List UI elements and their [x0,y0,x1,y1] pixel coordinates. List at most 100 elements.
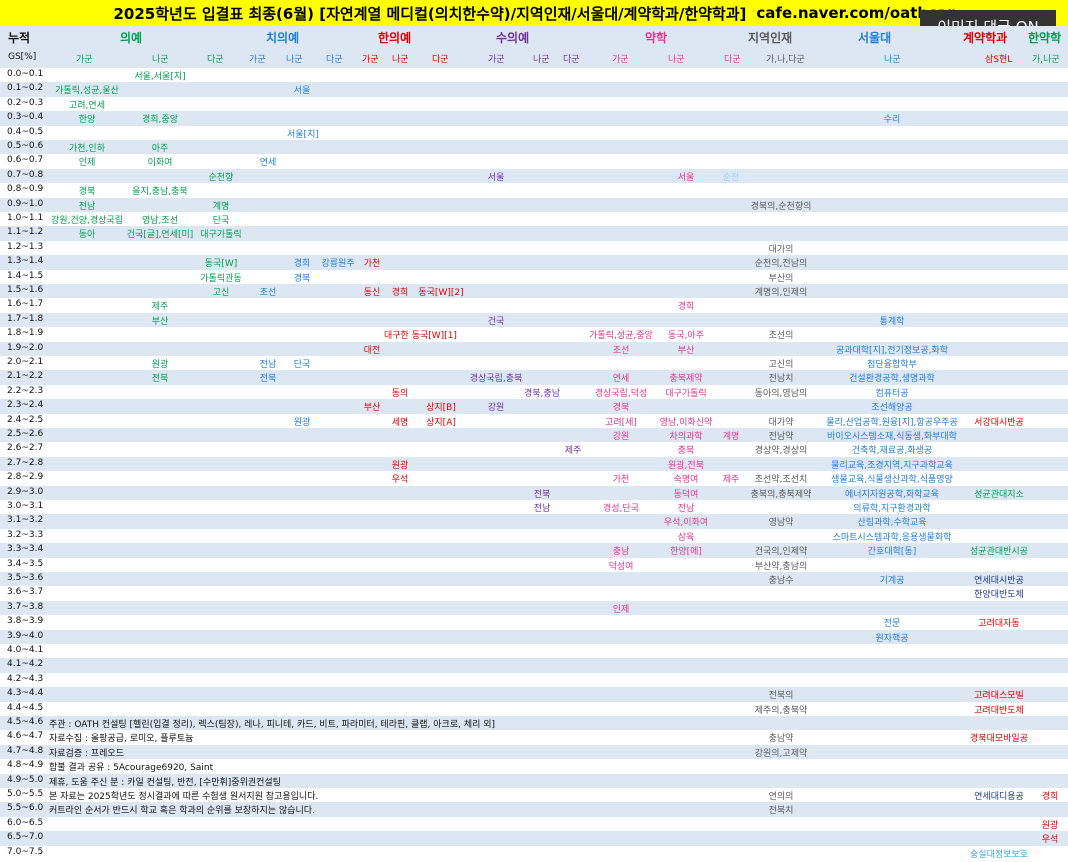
header-snu: 서울대 [858,31,892,45]
gs-range-label: 1.0~1.1 [7,213,44,223]
gs-range-label: 0.6~0.7 [7,155,44,166]
gs-range-label: 6.0~6.5 [7,817,44,828]
gs-range-label: 2.5~2.6 [7,429,44,439]
cell-den-na: 원광 [293,417,311,428]
cell-reg: 강원의,고제약 [754,748,808,759]
cell-vet-ga: 건국 [487,316,505,327]
cell-med-na: 이화여 [147,158,173,169]
subheader-17: 나군 [884,55,901,65]
cell-snu: 생물교육,식물생산과학,식품영양 [831,475,953,486]
cell-korphar: 우석 [1041,835,1059,846]
cell-med-ga: 고려,연세 [69,100,105,111]
cell-den-ga: 전남 [259,360,277,370]
cell-med-ga: 가톨릭,성균,울산 [55,86,119,97]
table-row: 1.8~1.9 대구한 동국[W][1] 가톨릭,성균,중앙 동국,아주 조선의 [0,327,1068,341]
cell-vet-na: 전남 [533,504,551,514]
subheader-14: 나군 [668,55,685,65]
table-row: 3.9~4.0 원자핵공 [0,629,1068,644]
footnote-text: 자료수집 : 올팡공급, 로미오, 플루토늄 [49,734,194,745]
cell-med-ga: 경북 [78,187,96,198]
gs-range-label: 2.3~2.4 [7,400,44,411]
gs-range-label: 0.3~0.4 [7,112,44,123]
cell-med-ga: 가천,인하 [69,144,105,154]
table-row: 1.6~1.7 제주 경희 [0,298,1068,312]
gs-range-label: 3.6~3.7 [7,587,44,598]
cell-snu: 건설환경공학,생명과학 [849,374,935,385]
cell-reg: 전북의 [768,691,794,702]
cell-phar-ga: 조선 [612,345,630,356]
header-kmed: 한의예 [378,31,412,45]
gs-range-label: 3.5~3.6 [7,573,44,583]
cell-kmed-ga: 대전 [363,345,381,356]
cell-reg: 순천의,전남의 [754,259,808,270]
table-row: 3.4~3.5 덕성여 부산약,충남의 [0,558,1068,572]
cell-phar-na: 대구가톨릭 [665,388,707,399]
cell-reg: 충남수 [768,576,794,586]
table-row: 0.0~0.1 서울,서울[지] [0,68,1068,82]
cell-contract: 고려대자동 [978,619,1020,630]
title-bar: 2025학년도 입결표 최종(6월) [자연계열 메디컬(의치한수약)/지역인재… [0,0,1068,26]
cell-reg: 부산약,충남의 [754,561,808,572]
table-row: 1.3~1.4 동국[W] 경희 강릉원주 가천 순천의,전남의 [0,255,1068,270]
table-row: 3.8~3.9 전문 고려대자동 [0,615,1068,629]
table-row: 4.0~4.1 [0,644,1068,658]
cell-med-da: 계명 [212,201,230,212]
gs-range-label: 5.5~6.0 [7,803,44,814]
cell-snu: 원자핵공 [875,633,909,644]
cell-reg: 전남치 [768,374,794,385]
table-row: 4.9~5.0 제휴, 도움 주신 분 : 카일 컨설팅, 반전, [수만휘]중위… [0,773,1068,788]
table-row: 4.8~4.9 합불 결과 공유 : 5Acourage6920, Saint [0,759,1068,773]
gs-range-label: 1.7~1.8 [7,313,44,324]
subheader-13: 가군 [612,55,629,65]
cell-den-ga: 조선 [259,288,277,298]
cell-phar-na: 전남 [677,504,695,514]
gs-range-label: 2.7~2.8 [7,457,44,468]
gs-range-label: 4.0~4.1 [7,645,44,655]
gs-range-label: 4.6~4.7 [7,731,44,742]
table-row: 1.9~2.0 대전 조선 부산 공과대학[지],전기정보공,화학 [0,341,1068,356]
cell-reg: 조선의 [768,331,794,342]
page-title: 2025학년도 입결표 최종(6월) [자연계열 메디컬(의치한수약)/지역인재… [113,4,747,23]
table-row: 1.7~1.8 부산 건국 통계학 [0,312,1068,328]
cell-snu: 첨단융합학부 [867,360,917,370]
table-row: 6.5~7.0 우석 [0,831,1068,846]
cell-contract: 경북대모바일공 [970,734,1028,745]
footnote-text: 주관 : OATH 컨설팅 [헬린(입결 정리), 렉스(팀장), 레나, 피니… [49,720,496,730]
cell-med-na: 건국[글],연세[미] [126,230,194,241]
subheader-12: 다군 [563,55,580,65]
cell-phar-da: 계명 [722,432,740,442]
subheader-9: 다군 [432,55,449,65]
cell-reg: 대가약 [768,417,794,428]
cell-kmed-da: 동국[W][2] [418,288,464,298]
gs-range-label: 3.8~3.9 [7,616,44,627]
subheader-11: 나군 [533,55,550,65]
gs-range-label: 0.8~0.9 [7,184,44,195]
gs-range-label: 4.3~4.4 [7,688,44,699]
cell-den-na: 단국 [293,360,311,370]
gs-range-label: 1.8~1.9 [7,328,44,339]
cell-contract: 성균관대지소 [974,489,1024,500]
header-reg: 지역인재 [748,31,793,45]
cell-den-ga: 연세 [259,158,277,169]
cell-contract: 고려대반도체 [974,705,1024,716]
subheader-2: 나군 [152,55,169,65]
table-row: 2.3~2.4 부산 상지[B] 강원 경북 조선해양공 [0,399,1068,414]
table-row: 0.6~0.7 인제 이화여 연세 [0,154,1068,168]
cell-kmed-na: 동의 [391,388,409,399]
cell-phar-na: 동덕여 [673,489,699,500]
footnote-text: 제휴, 도움 주신 분 : 카일 컨설팅, 반전, [수만휘]중위권컨설팅 [49,777,281,788]
gs-range-label: 7.0~7.5 [7,846,44,857]
subheader-10: 가군 [488,55,505,65]
table-row: 4.7~4.8 자료검증 : 프레오드 강원의,고제약 [0,744,1068,760]
gs-range-label: 1.4~1.5 [7,270,44,281]
table-row: 4.3~4.4 전북의 고려대스모빌 [0,687,1068,702]
cell-reg: 충남약 [768,734,794,745]
cell-den-na: 경희 [293,259,311,270]
cell-den-ga: 전북 [259,374,277,385]
gs-range-label: 0.0~0.1 [7,69,44,79]
cell-phar-na: 부산 [677,345,695,356]
subheader-16: 가,나,다군 [766,55,805,65]
table-row: 2.6~2.7 제주 충북 경상약,경상의 건축학,재료공,화생공 [0,442,1068,456]
cell-med-ga: 인제 [78,158,96,169]
cell-contract: 서강대시반공 [974,417,1024,428]
